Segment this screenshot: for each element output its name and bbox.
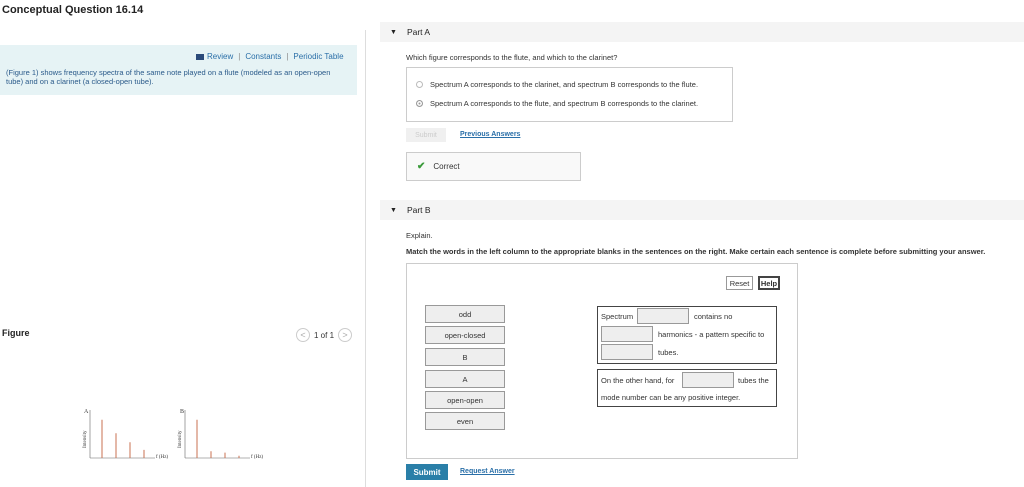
- part-b-band: [380, 200, 1024, 220]
- spectrum-b-bars: [196, 419, 240, 458]
- collapse-triangle-icon: ▼: [390, 28, 397, 36]
- checkmark-icon: ✔: [417, 161, 426, 172]
- part-a-header[interactable]: ▼ Part A: [390, 27, 430, 37]
- sentence-1-part3: harmonics - a pattern specific to: [658, 330, 765, 339]
- spectrum-a-label: A: [84, 409, 89, 415]
- previous-answers-link[interactable]: Previous Answers: [460, 131, 520, 138]
- spectrum-b-y-label: Intensity: [178, 430, 183, 448]
- book-icon: [196, 53, 204, 60]
- pager-text: 1 of 1: [314, 330, 335, 340]
- sentence-1-part2: contains no: [694, 312, 733, 321]
- collapse-triangle-icon: ▼: [390, 206, 397, 214]
- sentence-2-part1: On the other hand, for: [601, 376, 675, 385]
- choice-1[interactable]: Spectrum A corresponds to the flute, and…: [416, 99, 698, 108]
- link-separator: |: [286, 52, 289, 61]
- part-b-instructions: Match the words in the left column to th…: [406, 247, 986, 256]
- choice-0[interactable]: Spectrum A corresponds to the clarinet, …: [416, 80, 698, 89]
- part-b-submit-button[interactable]: Submit: [406, 464, 448, 480]
- part-a-question: Which figure corresponds to the flute, a…: [406, 53, 618, 62]
- choices-box: [406, 67, 733, 122]
- spectrum-a-y-label: Intensity: [83, 430, 88, 448]
- part-b-header[interactable]: ▼ Part B: [390, 205, 431, 215]
- blank-4[interactable]: [682, 372, 734, 388]
- spectrum-a-bars: [101, 419, 145, 458]
- prev-figure-button[interactable]: <: [296, 328, 310, 342]
- next-figure-button[interactable]: >: [338, 328, 353, 342]
- word-tile-a[interactable]: A: [425, 370, 505, 388]
- word-tile-b[interactable]: B: [425, 348, 505, 366]
- feedback-text: Correct: [433, 162, 460, 171]
- word-tile-open-open[interactable]: open-open: [425, 391, 505, 409]
- blank-1[interactable]: [637, 308, 689, 324]
- figure-pager: < 1 of 1 >: [296, 328, 353, 342]
- page-title: Conceptual Question 16.14: [2, 4, 144, 16]
- sentence-2-part3: mode number can be any positive integer.: [601, 393, 741, 402]
- sentence-2-part2: tubes the: [738, 376, 769, 385]
- periodic-table-link[interactable]: Periodic Table: [293, 52, 343, 61]
- sentence-1-part4: tubes.: [658, 348, 679, 357]
- blank-3[interactable]: [601, 344, 653, 360]
- resource-links: Review | Constants | Periodic Table: [196, 52, 344, 61]
- blank-2[interactable]: [601, 326, 653, 342]
- spectrum-a-x-label: f (Hz): [156, 455, 168, 460]
- spectra-figure: A B Intensity Intensity f (Hz) f (Hz): [83, 409, 263, 460]
- spectrum-b-label: B: [180, 409, 184, 415]
- part-b-explain: Explain.: [406, 231, 433, 240]
- part-a-band: [380, 22, 1024, 42]
- word-tile-odd[interactable]: odd: [425, 305, 505, 323]
- radio-button[interactable]: [416, 81, 423, 88]
- reset-button[interactable]: Reset: [726, 276, 753, 290]
- word-tile-even[interactable]: even: [425, 412, 505, 430]
- column-divider: [365, 30, 366, 487]
- figure-label: Figure: [2, 328, 30, 338]
- sentence-1-part1: Spectrum: [601, 312, 634, 321]
- figure-description: (Figure 1) shows frequency spectra of th…: [6, 68, 331, 86]
- link-separator: |: [238, 52, 241, 61]
- request-answer-link[interactable]: Request Answer: [460, 468, 515, 475]
- help-button[interactable]: Help: [758, 276, 780, 290]
- review-link[interactable]: Review: [196, 52, 233, 61]
- radio-button-selected[interactable]: [416, 100, 423, 107]
- spectrum-b-x-label: f (Hz): [251, 455, 263, 460]
- constants-link[interactable]: Constants: [245, 52, 281, 61]
- part-a-submit-button[interactable]: Submit: [406, 128, 446, 142]
- word-tile-open-closed[interactable]: open-closed: [425, 326, 505, 344]
- feedback-box: ✔ Correct: [406, 152, 581, 181]
